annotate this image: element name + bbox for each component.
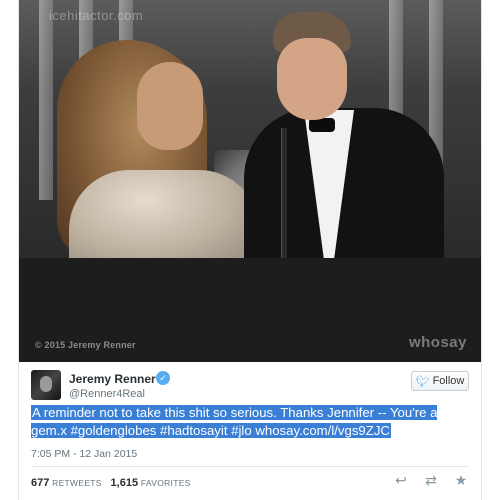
display-name[interactable]: Jeremy Renner (69, 372, 156, 386)
photo-watermark: icehitactor.com (49, 8, 144, 23)
man-face (277, 38, 347, 120)
tweet-text: A reminder not to take this shit so seri… (31, 404, 469, 440)
woman-dress (69, 170, 259, 258)
favorites-label: FAVORITES (140, 478, 191, 488)
verified-badge-icon: ✓ (156, 371, 170, 385)
whosay-logo[interactable]: whosay (409, 334, 467, 351)
tweet-timestamp[interactable]: 7:05 PM - 12 Jan 2015 (31, 448, 137, 460)
embedded-tweet-card: icehitactor.com © 2015 Jeremy Renner who… (18, 0, 482, 500)
tweet-stats: 677 RETWEETS 1,615 FAVORITES (31, 477, 197, 489)
favorite-count[interactable]: 1,615 (111, 477, 139, 489)
divider (31, 466, 469, 467)
star-icon[interactable]: ★ (453, 472, 469, 489)
bow-tie (309, 118, 335, 132)
tweet: Jeremy Renner ✓ @Renner4Real 🐦︎ Follow A… (19, 362, 481, 500)
retweet-count[interactable]: 677 (31, 477, 49, 489)
tweet-media[interactable]: icehitactor.com © 2015 Jeremy Renner who… (19, 0, 481, 362)
avatar-face (40, 376, 52, 392)
tweet-actions: ↩ ⇄ ★ (393, 472, 469, 489)
reply-icon[interactable]: ↩ (393, 472, 409, 489)
twitter-bird-icon: 🐦︎ (415, 375, 430, 388)
user-handle[interactable]: @Renner4Real (69, 388, 145, 400)
retweet-icon[interactable]: ⇄ (423, 472, 439, 489)
tweet-text-content: A reminder not to take this shit so seri… (31, 405, 438, 438)
background-blind (39, 0, 53, 200)
avatar[interactable] (31, 370, 61, 400)
photo-copyright: © 2015 Jeremy Renner (35, 340, 136, 350)
microphone-stand (281, 128, 287, 258)
retweets-label: RETWEETS (52, 478, 102, 488)
woman-face (137, 62, 203, 150)
follow-button[interactable]: 🐦︎ Follow (411, 371, 469, 391)
photo[interactable]: icehitactor.com (19, 0, 481, 258)
follow-label: Follow (432, 375, 465, 387)
